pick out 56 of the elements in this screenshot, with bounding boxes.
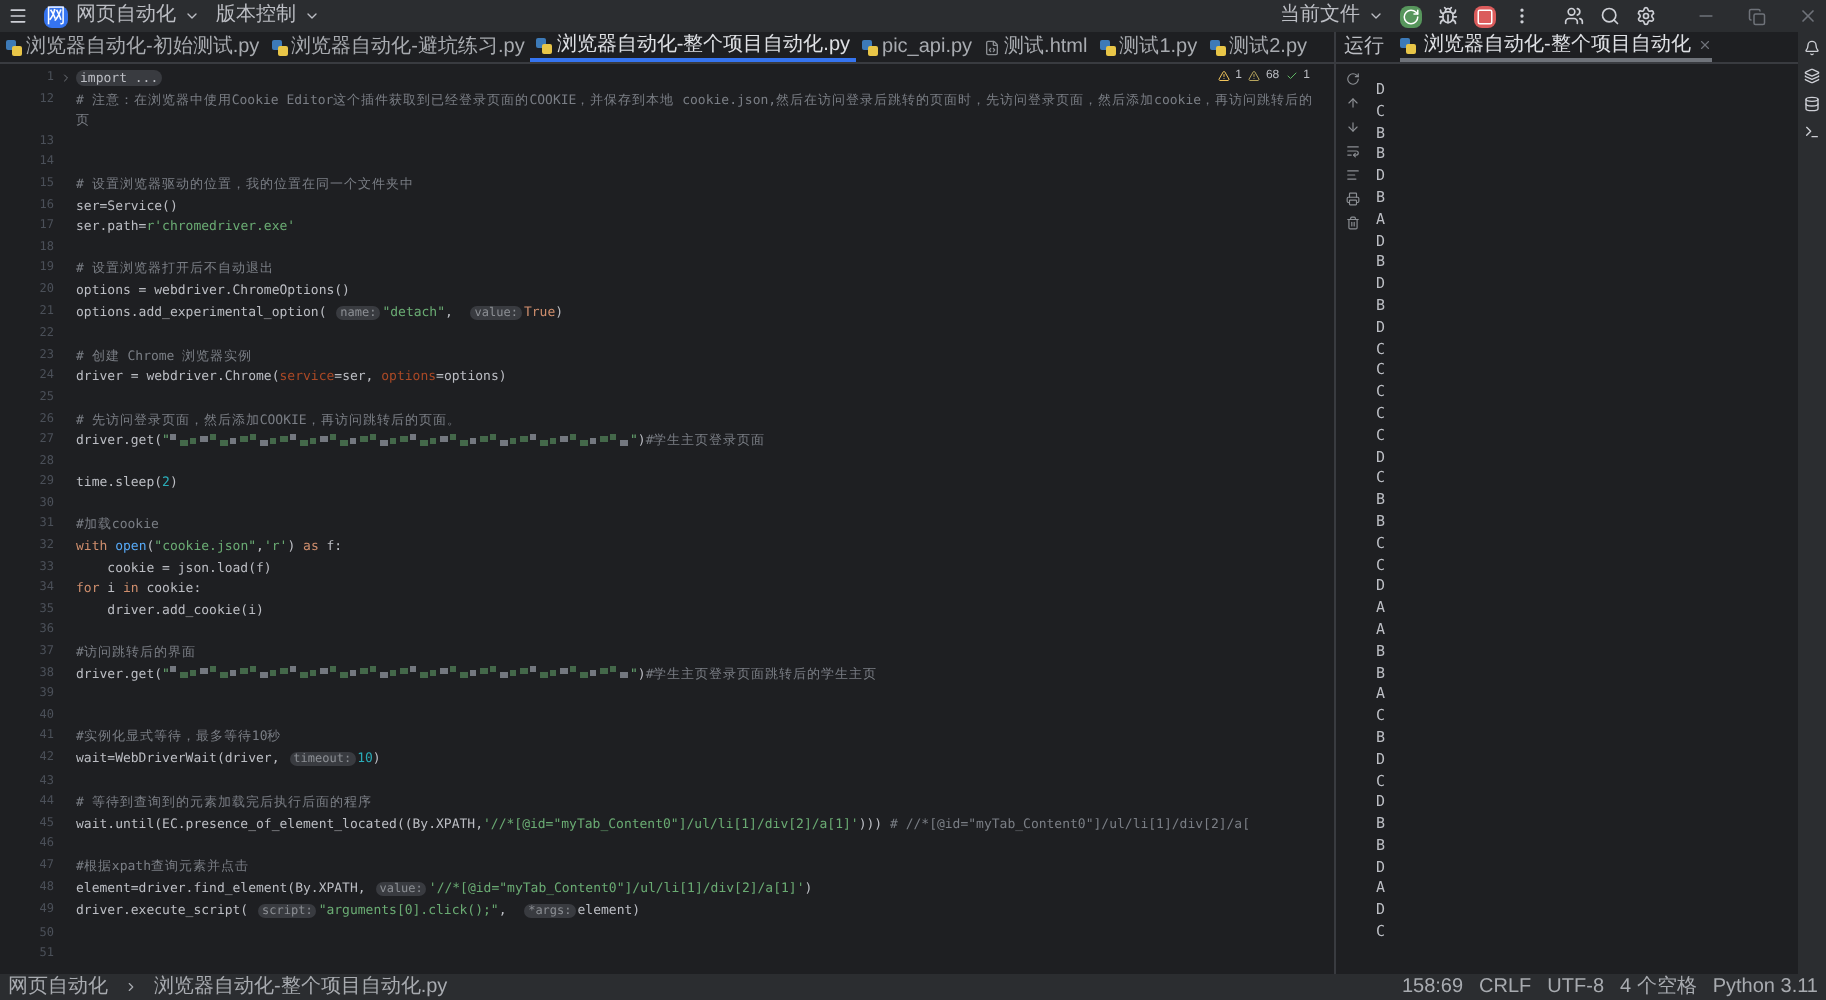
editor-tab[interactable]: 浏览器自动化-整个项目自动化.py [530,32,857,62]
run-tab[interactable]: 浏览器自动化-整个项目自动化 [1400,32,1713,62]
project-switcher[interactable]: 网页自动化 [76,4,176,28]
database-icon[interactable] [1804,96,1820,112]
trash-icon[interactable] [1345,216,1359,230]
interpreter[interactable]: Python 3.11 [1712,976,1818,998]
terminal-icon[interactable] [1804,124,1820,140]
close-icon[interactable] [1798,6,1818,26]
scroll-icon[interactable] [1345,168,1359,182]
wrap-icon[interactable] [1345,144,1359,158]
code-file-icon [984,39,1001,55]
python-file-icon [6,39,22,55]
debug-icon[interactable] [1438,6,1458,26]
editor-tab[interactable]: pic_api.py [856,32,979,62]
breadcrumb[interactable]: 浏览器自动化-整个项目自动化.py [154,976,448,998]
cursor-position[interactable]: 158:69 [1401,976,1464,998]
print-icon[interactable] [1345,192,1359,206]
rerun-icon[interactable] [1345,72,1359,86]
run-icon[interactable] [1400,5,1422,27]
check-icon[interactable] [1285,70,1298,82]
editor-tab[interactable]: 测试.html [978,32,1094,62]
editor-tab[interactable]: 测试2.py [1203,32,1314,62]
restore-icon[interactable] [1748,7,1766,25]
stop-icon[interactable] [1474,5,1496,27]
python-file-icon [862,39,879,55]
menu-icon[interactable] [8,6,28,26]
layers-icon[interactable] [1804,68,1820,84]
close-tab-icon[interactable] [1698,38,1713,52]
down-arrow-icon[interactable] [1345,120,1359,134]
warning-icon[interactable] [1247,70,1260,82]
python-file-icon [1400,37,1416,53]
python-file-icon [536,37,553,53]
python-file-icon [1099,39,1116,55]
editor-tab[interactable]: 测试1.py [1093,32,1204,62]
breadcrumb[interactable]: 网页自动化 [8,976,108,998]
warning-icon[interactable] [1217,70,1230,82]
panel-title: 运行 [1344,35,1384,59]
project-badge: 网 [44,5,68,27]
file-encoding[interactable]: UTF-8 [1547,976,1605,998]
vcs-menu[interactable]: 版本控制 [216,4,296,28]
notification-icon[interactable] [1804,40,1820,56]
chevron-down-icon[interactable] [1368,8,1384,24]
line-ending[interactable]: CRLF [1479,976,1532,998]
editor-tab[interactable]: 浏览器自动化-避坑练习.py [265,32,531,62]
run-config-dropdown[interactable]: 当前文件 [1280,4,1360,28]
python-file-icon [1209,39,1226,55]
chevron-down-icon[interactable] [184,8,200,24]
editor-tab[interactable]: 浏览器自动化-初始测试.py [0,32,266,62]
settings-icon[interactable] [1636,6,1656,26]
chevron-down-icon[interactable] [304,8,320,24]
python-file-icon [271,39,288,55]
people-icon[interactable] [1564,6,1584,26]
indent-setting[interactable]: 4 个空格 [1620,976,1697,998]
up-arrow-icon[interactable] [1345,96,1359,110]
search-icon[interactable] [1600,6,1620,26]
breadcrumb-separator-icon [124,980,138,994]
